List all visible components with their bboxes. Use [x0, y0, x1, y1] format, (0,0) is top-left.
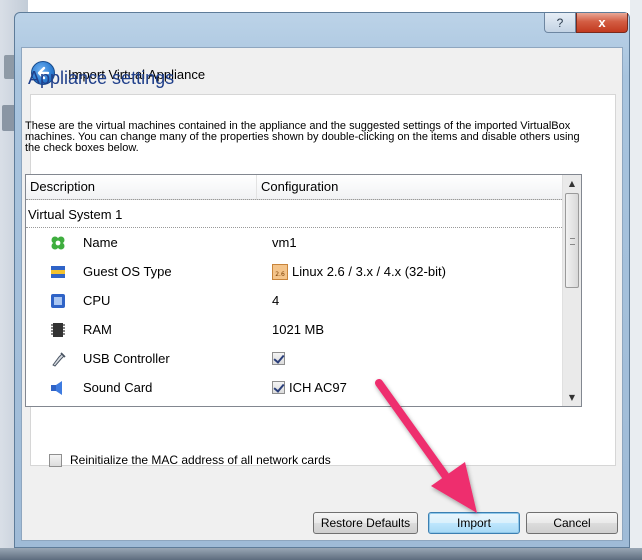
scrollbar-thumb[interactable] [565, 193, 579, 288]
reinit-mac-label: Reinitialize the MAC address of all netw… [70, 453, 331, 467]
help-button[interactable]: ? [544, 13, 576, 33]
close-button[interactable]: x [576, 13, 628, 33]
usb-controller-checkbox[interactable] [272, 352, 285, 365]
cancel-button[interactable]: Cancel [526, 512, 618, 534]
reinit-mac-checkbox[interactable] [49, 453, 62, 467]
name-icon [51, 236, 65, 250]
close-icon: x [598, 15, 606, 30]
virtual-system-row[interactable]: Virtual System 1 [26, 199, 562, 228]
virtual-system-label: Virtual System 1 [28, 207, 123, 222]
table-row-cpu[interactable]: CPU 4 [26, 286, 562, 315]
row-value: 4 [272, 293, 280, 308]
svg-text:2.6: 2.6 [275, 271, 285, 278]
cpu-icon [51, 294, 65, 308]
taskbar-edge [0, 548, 642, 560]
usb-icon [52, 352, 66, 367]
import-button[interactable]: Import [428, 512, 520, 534]
linux-os-icon: 2.6 [272, 263, 288, 280]
guest-os-icon [51, 266, 65, 278]
reinit-mac-option[interactable]: Reinitialize the MAC address of all netw… [49, 453, 331, 467]
row-label: CPU [83, 293, 111, 308]
page-title: Appliance settings [28, 68, 175, 88]
table-header: Description Configuration [26, 175, 562, 200]
table-row-usb-controller[interactable]: USB Controller [26, 344, 562, 373]
row-value: Linux 2.6 / 3.x / 4.x (32-bit) [292, 264, 446, 279]
sound-card-icon [51, 381, 62, 395]
vertical-scrollbar[interactable]: ▲ ▼ [562, 175, 581, 406]
row-label: Guest OS Type [83, 264, 172, 279]
row-label: Sound Card [83, 380, 153, 395]
row-label: Name [83, 235, 118, 250]
scroll-down-icon[interactable]: ▼ [563, 389, 581, 406]
row-value: vm1 [272, 235, 297, 250]
appliance-settings-table[interactable]: Description Configuration Virtual System… [25, 174, 582, 407]
row-value: 1021 MB [272, 322, 325, 337]
restore-defaults-button[interactable]: Restore Defaults [313, 512, 418, 534]
row-label: RAM [83, 322, 112, 337]
column-header-description[interactable]: Description [26, 175, 257, 199]
table-row-sound-card[interactable]: Sound Card ICH AC97 [26, 373, 562, 402]
row-label: USB Controller [83, 351, 170, 366]
sound-card-checkbox[interactable] [272, 381, 285, 394]
ram-icon [51, 323, 65, 337]
table-row-ram[interactable]: RAM 1021 MB [26, 315, 562, 344]
table-row-guest-os-type[interactable]: Guest OS Type 2.6 Linux 2.6 / 3.x / 4.x … [26, 257, 562, 286]
column-header-configuration[interactable]: Configuration [257, 175, 562, 199]
background-window-edge [630, 0, 642, 560]
title-bar: ? x [15, 13, 629, 47]
row-value: ICH AC97 [289, 380, 347, 395]
scroll-up-icon[interactable]: ▲ [563, 175, 581, 192]
help-icon: ? [556, 15, 564, 30]
table-row-name[interactable]: Name vm1 [26, 228, 562, 257]
page-description: These are the virtual machines contained… [25, 120, 580, 154]
